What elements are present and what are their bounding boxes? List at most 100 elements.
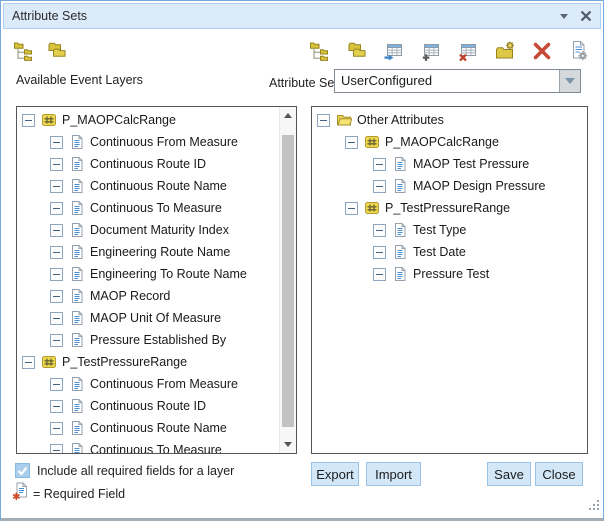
- tree-item-label: Pressure Established By: [90, 333, 226, 347]
- layer-icon: [41, 354, 57, 370]
- folders-icon: [346, 40, 368, 65]
- left-panel-scrollbar[interactable]: [279, 107, 296, 453]
- export-button[interactable]: Export: [311, 462, 359, 486]
- close-button[interactable]: Close: [535, 462, 583, 486]
- tree-item-label: MAOP Test Pressure: [413, 157, 529, 171]
- collapse-toggle[interactable]: [50, 180, 63, 193]
- titlebar[interactable]: Attribute Sets: [3, 3, 601, 29]
- tree-item[interactable]: MAOP Unit Of Measure: [17, 307, 279, 329]
- delete-attribute-set-button[interactable]: [457, 41, 479, 63]
- collapse-toggle[interactable]: [50, 246, 63, 259]
- collapse-toggle[interactable]: [50, 444, 63, 454]
- remove-selected-button[interactable]: [531, 41, 553, 63]
- triangle-down-icon: [284, 442, 292, 447]
- tree-item[interactable]: Continuous To Measure: [17, 439, 279, 453]
- collapse-toggle[interactable]: [50, 422, 63, 435]
- attribute-set-select[interactable]: UserConfigured: [334, 69, 581, 93]
- resize-grip[interactable]: [587, 498, 600, 516]
- tree-item[interactable]: P_TestPressureRange: [17, 351, 279, 373]
- field-icon: [69, 222, 85, 238]
- collapse-toggle[interactable]: [50, 202, 63, 215]
- tree-item[interactable]: MAOP Record: [17, 285, 279, 307]
- tree-item-label: Other Attributes: [357, 113, 444, 127]
- tree-item[interactable]: Engineering Route Name: [17, 241, 279, 263]
- tree-item[interactable]: Continuous Route ID: [17, 153, 279, 175]
- collapse-toggle[interactable]: [50, 400, 63, 413]
- collapse-all-layers-button[interactable]: [46, 41, 68, 63]
- tree-item[interactable]: Pressure Established By: [17, 329, 279, 351]
- attribute-set-label: Attribute Set:: [269, 76, 341, 90]
- tree-item-label: Continuous From Measure: [90, 377, 238, 391]
- field-icon: [392, 222, 408, 238]
- save-button[interactable]: Save: [487, 462, 531, 486]
- tree-item[interactable]: Continuous From Measure: [17, 131, 279, 153]
- scroll-down-button[interactable]: [280, 436, 296, 453]
- tree-item[interactable]: Test Type: [312, 219, 587, 241]
- collapse-toggle[interactable]: [373, 224, 386, 237]
- tree-expand-icon: [309, 40, 331, 65]
- tree-item[interactable]: Document Maturity Index: [17, 219, 279, 241]
- tree-item[interactable]: P_TestPressureRange: [312, 197, 587, 219]
- available-layers-label: Available Event Layers: [16, 73, 143, 87]
- check-icon: [16, 464, 29, 477]
- collapse-toggle[interactable]: [50, 334, 63, 347]
- import-button[interactable]: Import: [366, 462, 421, 486]
- field-icon: [69, 266, 85, 282]
- expand-all-attributes-button[interactable]: [309, 41, 331, 63]
- attribute-set-toolbar: [309, 41, 590, 63]
- new-attribute-group-button[interactable]: [494, 41, 516, 63]
- collapse-all-attributes-button[interactable]: [346, 41, 368, 63]
- tree-item[interactable]: P_MAOPCalcRange: [17, 109, 279, 131]
- collapse-toggle[interactable]: [50, 312, 63, 325]
- collapse-toggle[interactable]: [345, 202, 358, 215]
- add-to-attribute-set-button[interactable]: [383, 41, 405, 63]
- tree-item[interactable]: Continuous To Measure: [17, 197, 279, 219]
- new-attribute-set-button[interactable]: [420, 41, 442, 63]
- page-gear-icon: [568, 40, 590, 65]
- collapse-toggle[interactable]: [22, 114, 35, 127]
- red-x-icon: [531, 40, 553, 65]
- collapse-toggle[interactable]: [50, 290, 63, 303]
- expand-all-layers-button[interactable]: [13, 41, 35, 63]
- collapse-toggle[interactable]: [373, 158, 386, 171]
- tree-item[interactable]: MAOP Design Pressure: [312, 175, 587, 197]
- tree-item[interactable]: P_MAOPCalcRange: [312, 131, 587, 153]
- tree-item[interactable]: MAOP Test Pressure: [312, 153, 587, 175]
- field-icon: [392, 266, 408, 282]
- close-dialog-button[interactable]: [580, 10, 592, 22]
- field-icon: [392, 244, 408, 260]
- field-icon: [69, 310, 85, 326]
- collapse-toggle[interactable]: [373, 246, 386, 259]
- collapse-toggle[interactable]: [50, 136, 63, 149]
- collapse-toggle[interactable]: [50, 268, 63, 281]
- tree-item[interactable]: Pressure Test: [312, 263, 587, 285]
- folder-open-icon: [336, 112, 352, 128]
- folder-gear-icon: [494, 40, 516, 65]
- attribute-set-properties-button[interactable]: [568, 41, 590, 63]
- tree-item[interactable]: Other Attributes: [312, 109, 587, 131]
- field-icon: [69, 376, 85, 392]
- collapse-toggle[interactable]: [317, 114, 330, 127]
- collapse-toggle[interactable]: [22, 356, 35, 369]
- tree-item-label: Continuous To Measure: [90, 201, 222, 215]
- collapse-dialog-button[interactable]: [560, 14, 568, 19]
- tree-item-label: Test Type: [413, 223, 466, 237]
- tree-item[interactable]: Engineering To Route Name: [17, 263, 279, 285]
- collapse-toggle[interactable]: [50, 224, 63, 237]
- tree-item[interactable]: Test Date: [312, 241, 587, 263]
- scroll-up-button[interactable]: [280, 107, 296, 124]
- tree-item-label: P_MAOPCalcRange: [62, 113, 176, 127]
- tree-item[interactable]: Continuous From Measure: [17, 373, 279, 395]
- field-icon: [69, 420, 85, 436]
- collapse-toggle[interactable]: [373, 268, 386, 281]
- tree-item[interactable]: Continuous Route Name: [17, 417, 279, 439]
- tree-item[interactable]: Continuous Route Name: [17, 175, 279, 197]
- include-required-checkbox[interactable]: [15, 463, 30, 478]
- collapse-toggle[interactable]: [50, 158, 63, 171]
- collapse-toggle[interactable]: [373, 180, 386, 193]
- dropdown-arrow-button[interactable]: [559, 70, 580, 92]
- tree-item[interactable]: Continuous Route ID: [17, 395, 279, 417]
- scrollbar-thumb[interactable]: [282, 135, 294, 427]
- collapse-toggle[interactable]: [345, 136, 358, 149]
- collapse-toggle[interactable]: [50, 378, 63, 391]
